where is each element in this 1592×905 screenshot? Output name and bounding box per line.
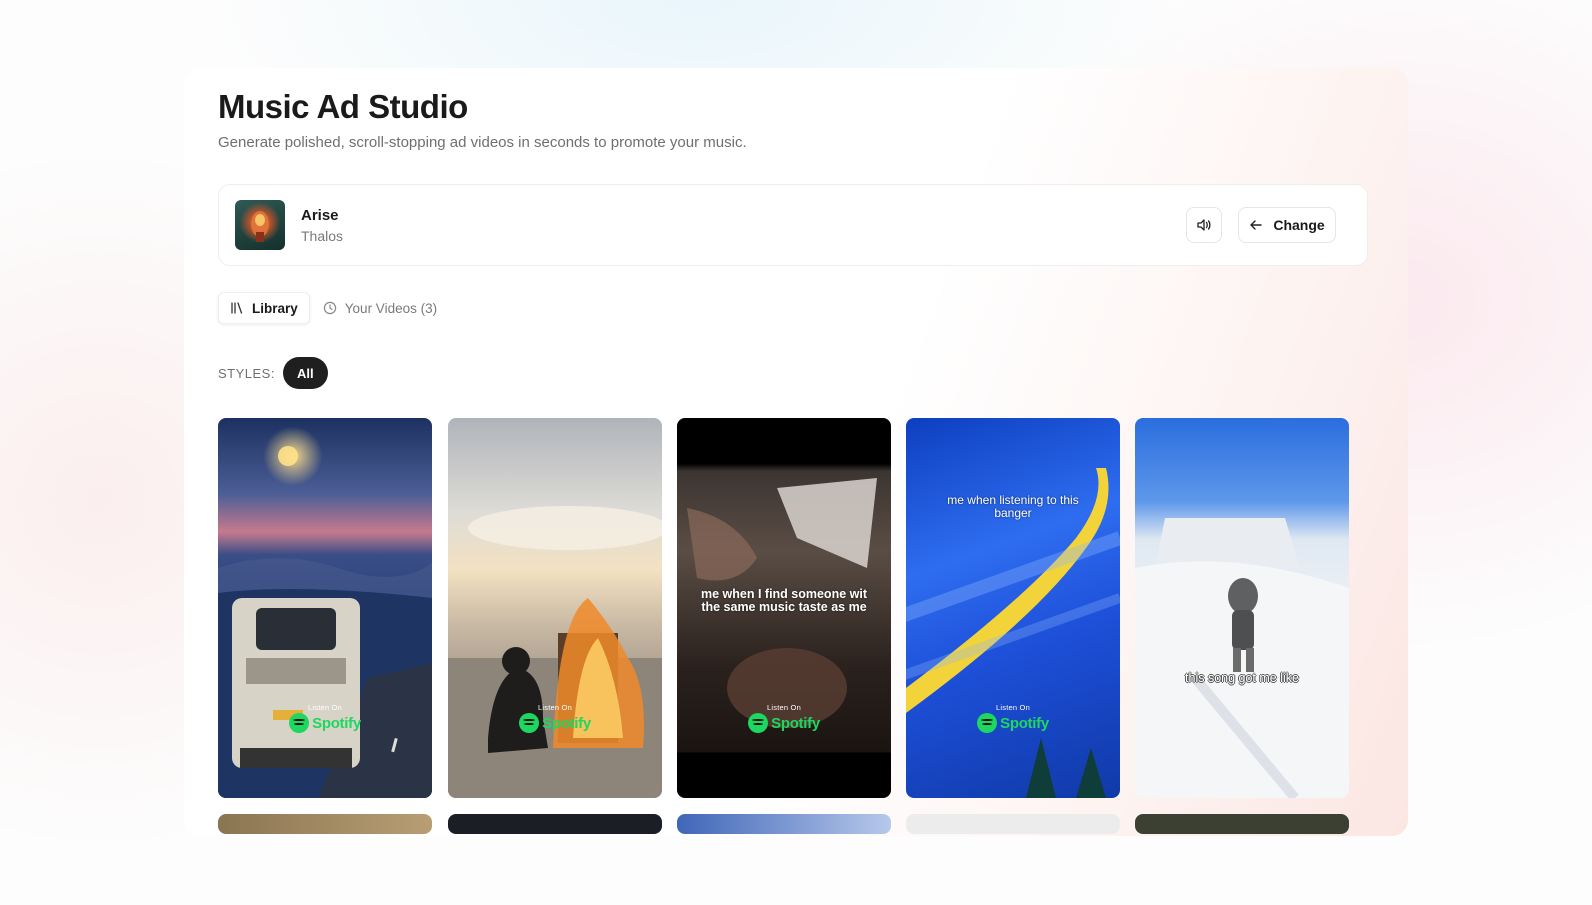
listen-on-spotify-badge: Listen On Spotify: [448, 703, 662, 738]
selected-track-card: Arise Thalos Change: [218, 184, 1368, 266]
video-template-card[interactable]: Listen On Spotify: [448, 418, 662, 798]
page-title: Music Ad Studio: [218, 88, 468, 125]
spotify-logo-icon: [289, 713, 310, 733]
spotify-logo-icon: [748, 713, 769, 733]
listen-on-spotify-badge: Listen On Spotify: [218, 703, 432, 738]
video-template-card[interactable]: me when listening to this banger Listen …: [906, 418, 1120, 798]
video-caption: me when I find someone wit the same musi…: [701, 587, 867, 614]
video-template-card[interactable]: Listen On Spotify: [218, 418, 432, 798]
track-artist: Thalos: [301, 228, 344, 244]
tab-your-videos[interactable]: Your Videos (3): [312, 292, 448, 324]
page-subtitle: Generate polished, scroll-stopping ad vi…: [218, 134, 747, 151]
listen-on-label: Listen On: [538, 703, 572, 712]
spotify-wordmark: Spotify: [771, 714, 820, 732]
video-template-card[interactable]: [906, 814, 1120, 834]
listen-on-label: Listen On: [996, 703, 1030, 712]
studio-panel: Music Ad Studio Generate polished, scrol…: [184, 68, 1408, 836]
video-template-card[interactable]: [448, 814, 662, 834]
change-track-button[interactable]: Change: [1238, 207, 1336, 243]
style-chip-all[interactable]: All: [282, 357, 328, 389]
styles-filter: STYLES: All: [218, 357, 328, 389]
arrow-left-icon: [1250, 220, 1263, 230]
spotify-wordmark: Spotify: [542, 714, 591, 732]
view-tabs: Library Your Videos (3): [218, 292, 448, 324]
video-template-card[interactable]: this song got me like: [1135, 418, 1349, 798]
tab-library[interactable]: Library: [218, 292, 310, 324]
tab-your-videos-label: Your Videos (3): [344, 300, 438, 316]
track-title: Arise: [301, 207, 339, 224]
preview-audio-button[interactable]: [1186, 207, 1222, 243]
change-button-label: Change: [1273, 217, 1325, 233]
van-scene-illustration: [218, 446, 432, 798]
album-cover: [235, 200, 285, 250]
listen-on-label: Listen On: [767, 703, 801, 712]
video-caption: this song got me like: [1185, 671, 1299, 685]
clock-icon: [323, 301, 336, 315]
anime-road-illustration: [906, 468, 1120, 798]
styles-label: STYLES:: [218, 365, 275, 381]
video-template-card[interactable]: [218, 814, 432, 834]
album-art-icon: [251, 211, 269, 242]
video-template-card[interactable]: [1135, 814, 1349, 834]
tab-library-label: Library: [252, 300, 298, 316]
video-template-card[interactable]: [677, 814, 891, 834]
fire-beach-illustration: [448, 506, 662, 798]
listen-on-spotify-badge: Listen On Spotify: [677, 703, 891, 738]
listen-on-label: Listen On: [308, 703, 342, 712]
speaker-icon: [1197, 219, 1211, 231]
spotify-wordmark: Spotify: [312, 714, 361, 732]
spotify-logo-icon: [977, 713, 998, 733]
snow-ramp-illustration: [1135, 518, 1349, 798]
spotify-wordmark: Spotify: [1000, 714, 1049, 732]
library-icon: [231, 302, 243, 314]
spotify-logo-icon: [519, 713, 540, 733]
listen-on-spotify-badge: Listen On Spotify: [906, 703, 1120, 738]
video-caption: me when listening to this banger: [947, 493, 1079, 520]
video-template-card[interactable]: me when I find someone wit the same musi…: [677, 418, 891, 798]
